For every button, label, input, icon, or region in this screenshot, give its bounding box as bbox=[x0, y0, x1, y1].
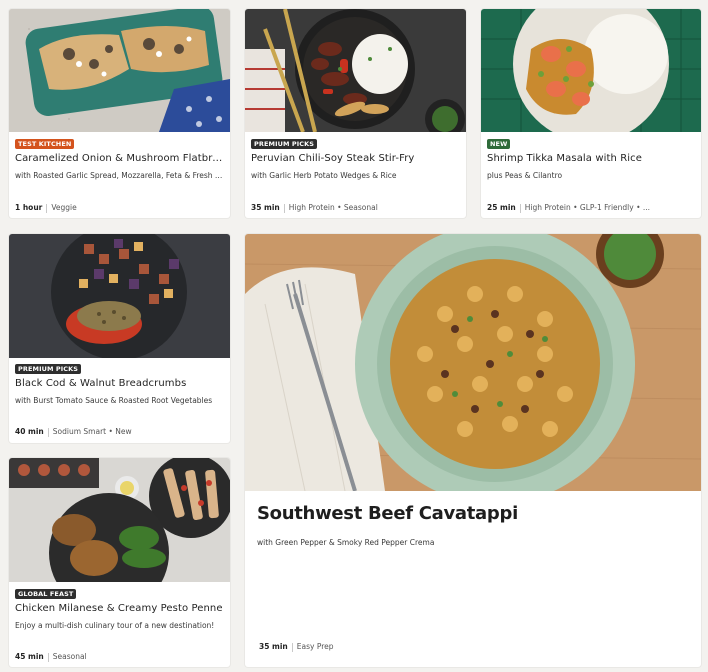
recipe-card[interactable]: NEW Shrimp Tikka Masala with Rice plus P… bbox=[481, 9, 701, 218]
recipe-subtitle: with Burst Tomato Sauce & Roasted Root V… bbox=[15, 396, 213, 405]
recipe-meta: 35 min Easy Prep bbox=[259, 642, 695, 652]
cook-time: 35 min bbox=[251, 203, 280, 212]
tikka-masala-photo bbox=[481, 9, 701, 132]
divider bbox=[46, 203, 48, 213]
badge-premium-picks: PREMIUM PICKS bbox=[251, 139, 318, 149]
divider bbox=[47, 652, 49, 662]
recipe-tags: Easy Prep bbox=[296, 642, 334, 651]
recipe-card[interactable]: PREMIUM PICKS Black Cod & Walnut Breadcr… bbox=[9, 234, 230, 443]
badge-new: NEW bbox=[487, 139, 511, 149]
recipe-subtitle: with Roasted Garlic Spread, Mozzarella, … bbox=[15, 171, 224, 180]
recipe-tags: High Protein • Seasonal bbox=[288, 203, 378, 212]
recipe-tags: High Protein • GLP-1 Friendly • ... bbox=[524, 203, 651, 212]
cook-time: 40 min bbox=[15, 427, 44, 436]
featured-recipe-subtitle: with Green Pepper & Smoky Red Pepper Cre… bbox=[257, 538, 435, 547]
cook-time: 35 min bbox=[259, 642, 288, 651]
steak-stir-fry-photo bbox=[245, 9, 466, 132]
recipe-title[interactable]: Peruvian Chili-Soy Steak Stir-Fry bbox=[251, 153, 460, 164]
recipe-photo[interactable] bbox=[9, 458, 230, 582]
cook-time: 1 hour bbox=[15, 203, 43, 212]
recipe-card[interactable]: GLOBAL FEAST Chicken Milanese & Creamy P… bbox=[9, 458, 230, 667]
recipe-tags: Sodium Smart • New bbox=[52, 427, 132, 436]
badge-test-kitchen: TEST KITCHEN bbox=[15, 139, 75, 149]
badge-global-feast: GLOBAL FEAST bbox=[15, 589, 77, 599]
chicken-milanese-photo bbox=[9, 458, 230, 582]
recipe-title[interactable]: Shrimp Tikka Masala with Rice bbox=[487, 153, 695, 164]
recipe-subtitle: with Garlic Herb Potato Wedges & Rice bbox=[251, 171, 397, 180]
recipe-subtitle: plus Peas & Cilantro bbox=[487, 171, 563, 180]
recipe-meta: 25 min High Protein • GLP-1 Friendly • ..… bbox=[487, 203, 695, 213]
recipe-meta: 45 min Seasonal bbox=[15, 652, 224, 662]
recipe-meta: 1 hour Veggie bbox=[15, 203, 224, 213]
beef-cavatappi-photo bbox=[245, 234, 701, 491]
featured-recipe-photo[interactable] bbox=[245, 234, 701, 491]
recipe-title[interactable]: Chicken Milanese & Creamy Pesto Penne bbox=[15, 603, 224, 614]
divider bbox=[283, 203, 285, 213]
flatbread-photo bbox=[9, 9, 230, 132]
recipe-photo[interactable] bbox=[9, 9, 230, 132]
recipe-photo[interactable] bbox=[9, 234, 230, 358]
divider bbox=[519, 203, 521, 213]
featured-recipe-title[interactable]: Southwest Beef Cavatappi bbox=[257, 503, 518, 524]
recipe-card[interactable]: PREMIUM PICKS Peruvian Chili-Soy Steak S… bbox=[245, 9, 466, 218]
recipe-title[interactable]: Black Cod & Walnut Breadcrumbs bbox=[15, 378, 224, 389]
recipe-title[interactable]: Caramelized Onion & Mushroom Flatbread bbox=[15, 153, 224, 164]
divider bbox=[47, 427, 49, 437]
badge-premium-picks: PREMIUM PICKS bbox=[15, 364, 82, 374]
recipe-photo[interactable] bbox=[245, 9, 466, 132]
recipe-card[interactable]: TEST KITCHEN Caramelized Onion & Mushroo… bbox=[9, 9, 230, 218]
black-cod-photo bbox=[9, 234, 230, 358]
divider bbox=[291, 642, 293, 652]
recipe-subtitle: Enjoy a multi-dish culinary tour of a ne… bbox=[15, 621, 215, 630]
cook-time: 45 min bbox=[15, 652, 44, 661]
featured-recipe-card[interactable]: Southwest Beef Cavatappi with Green Pepp… bbox=[245, 234, 701, 667]
recipe-meta: 40 min Sodium Smart • New bbox=[15, 427, 224, 437]
recipe-tags: Veggie bbox=[51, 203, 77, 212]
cook-time: 25 min bbox=[487, 203, 516, 212]
recipe-tags: Seasonal bbox=[52, 652, 87, 661]
recipe-photo[interactable] bbox=[481, 9, 701, 132]
recipe-meta: 35 min High Protein • Seasonal bbox=[251, 203, 460, 213]
